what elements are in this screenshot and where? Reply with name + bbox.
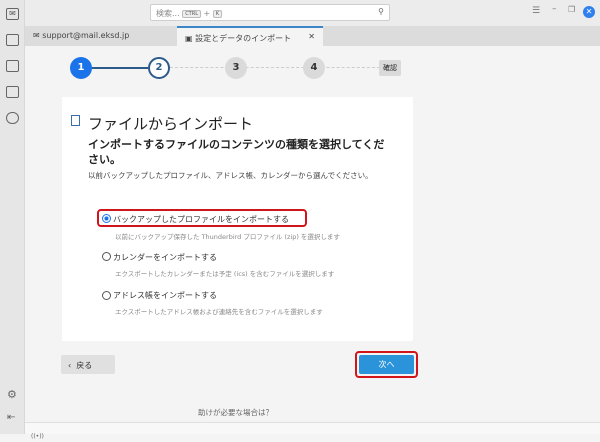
online-status-icon: ((•)) — [31, 433, 44, 440]
option-calendar-desc: エクスポートしたカレンダーまたは予定 (ics) を含むファイルを選択します — [115, 270, 335, 278]
mail-icon: ✉ — [33, 31, 43, 40]
back-button[interactable]: ‹ 戻る — [61, 355, 115, 374]
step-3: 3 — [225, 57, 247, 79]
chat-icon[interactable] — [6, 112, 19, 124]
tab-mail[interactable]: ✉ support@mail.eksd.jp — [25, 26, 175, 46]
close-window-icon[interactable]: ✕ — [583, 6, 595, 18]
step-connector — [92, 67, 148, 69]
calendar-icon[interactable] — [6, 60, 19, 72]
sidebar: ✉ ⚙ ⇤ — [0, 0, 25, 434]
shortcut-key: K — [212, 9, 223, 18]
search-input[interactable]: 検索... CTRL + K ⚲ — [150, 4, 390, 21]
file-import-icon — [71, 115, 80, 126]
card-title: ファイルからインポート — [88, 115, 254, 133]
shortcut-plus: + — [203, 9, 211, 18]
tab-bar: ✉ support@mail.eksd.jp ▣ 設定とデータのインポート ✕ — [25, 26, 600, 46]
card-heading: インポートするファイルのコンテンツの種類を選択してください。 — [88, 138, 385, 166]
back-label: 戻る — [76, 361, 93, 370]
option-addressbook-label[interactable]: アドレス帳をインポートする — [113, 290, 217, 301]
option-profile-desc: 以前にバックアップ保存した Thunderbird プロファイル (zip) を… — [115, 233, 340, 241]
radio-profile[interactable] — [102, 214, 111, 223]
radio-addressbook[interactable] — [102, 291, 111, 300]
step-confirm: 確認 — [379, 60, 401, 76]
close-tab-icon[interactable]: ✕ — [308, 32, 315, 41]
settings-icon[interactable]: ⚙ — [7, 388, 17, 401]
tab-import[interactable]: ▣ 設定とデータのインポート ✕ — [177, 26, 323, 46]
minimize-icon[interactable]: – — [552, 4, 557, 14]
mail-icon[interactable]: ✉ — [6, 8, 19, 20]
search-icon: ⚲ — [378, 7, 384, 16]
search-placeholder: 検索... — [156, 9, 180, 18]
status-bar: ((•)) — [25, 422, 600, 440]
step-connector — [170, 67, 380, 68]
tab-label: support@mail.eksd.jp — [42, 31, 130, 40]
collapse-icon[interactable]: ⇤ — [7, 412, 15, 423]
tab-label: 設定とデータのインポート — [195, 34, 292, 43]
tasks-icon[interactable] — [6, 86, 19, 98]
next-button[interactable]: 次へ — [359, 355, 414, 374]
card-subtitle: 以前バックアップしたプロファイル、アドレス帳、カレンダーから選んでください。 — [88, 171, 373, 180]
menu-icon[interactable]: ☰ — [532, 6, 540, 16]
help-link[interactable]: 助けが必要な場合は？ — [198, 407, 273, 418]
address-book-icon[interactable] — [6, 34, 19, 46]
maximize-icon[interactable]: ❐ — [568, 5, 575, 14]
option-addressbook-desc: エクスポートしたアドレス帳および連絡先を含むファイルを選択します — [115, 308, 323, 316]
option-calendar-label[interactable]: カレンダーをインポートする — [113, 252, 217, 263]
step-4: 4 — [303, 57, 325, 79]
radio-calendar[interactable] — [102, 252, 111, 261]
import-icon: ▣ — [185, 34, 196, 43]
option-profile-label[interactable]: バックアップしたプロファイルをインポートする — [113, 214, 289, 225]
step-2: 2 — [148, 57, 170, 79]
shortcut-ctrl: CTRL — [182, 9, 201, 18]
step-1: 1 — [70, 57, 92, 79]
